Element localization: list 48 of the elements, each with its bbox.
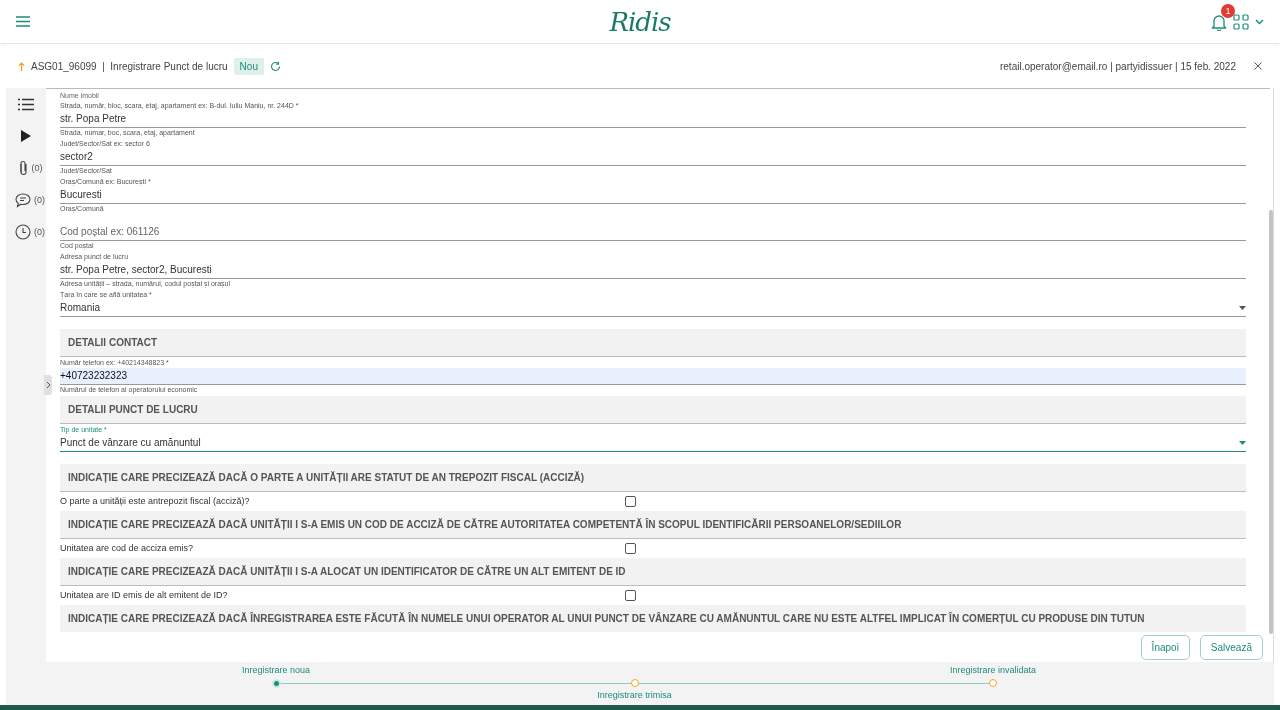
list-icon[interactable] [18, 97, 34, 111]
paperclip-icon[interactable] [17, 160, 29, 176]
play-icon[interactable] [21, 130, 31, 142]
input-field[interactable]: Cod poștal ex: 061126 [60, 224, 1246, 241]
notification-badge: 1 [1221, 3, 1235, 18]
section-header: INDICAȚIE CARE PRECIZEAZĂ DACĂ O PARTE A UNITĂȚII ARE STATUT DE AN TREPOZIT FISCAL (ACCIZĂ) [60, 464, 1246, 492]
step-label: Inregistrare trimisa [597, 690, 672, 700]
count-label: (0) [34, 227, 45, 237]
action-button[interactable]: Înapoi [1140, 634, 1190, 660]
step-label: Inregistrare noua [242, 665, 310, 675]
action-button[interactable]: Salvează [1199, 634, 1263, 660]
select-field[interactable]: Romania [60, 300, 1246, 317]
checkbox[interactable] [625, 589, 636, 601]
section-header: DETALII PUNCT DE LUCRU [60, 396, 1246, 424]
input-field[interactable]: +40723232323 [60, 368, 1246, 385]
count-label: (0) [34, 195, 45, 205]
close-icon[interactable] [1254, 62, 1262, 70]
record-meta: retail.operator@email.ro | partyidissuer | 15 feb. 2022 [999, 60, 1236, 72]
menu-icon[interactable] [16, 16, 30, 27]
checkbox-label: O parte a unității este antrepozit fiscal (acciză)? [60, 496, 251, 506]
count-label: (0) [31, 163, 43, 173]
input-field[interactable]: str. Popa Petre [60, 111, 1246, 128]
refresh-icon[interactable] [269, 60, 281, 72]
input-field[interactable]: str. Popa Petre, sector2, Bucuresti [60, 262, 1246, 279]
step-label: Inregistrare invalidata [950, 665, 1036, 675]
status-badge: Nou [233, 57, 264, 75]
notification-bell-icon[interactable] [1211, 12, 1227, 31]
section-header: DETALII CONTACT [60, 329, 1246, 357]
section-header: INDICAȚIE CARE PRECIZEAZĂ DACĂ UNITĂȚII I S-A ALOCAT UN IDENTIFICATOR DE CĂTRE UN ALT EMITENT DE ID [60, 558, 1246, 586]
input-field[interactable]: Bucuresti [60, 187, 1246, 204]
section-header: INDICAȚIE CARE PRECIZEAZĂ DACĂ UNITĂȚII I S-A EMIS UN COD DE ACCIZĂ DE CĂTRE AUTORITATEA COMPETENTĂ ÎN SCOPUL IDENTIFICĂRII PERSOANELOR/SEDIILOR [60, 511, 1246, 539]
comment-icon[interactable] [15, 192, 31, 208]
app-logo: Ridis [609, 6, 671, 37]
apps-grid-icon[interactable] [1233, 13, 1249, 30]
checkbox[interactable] [625, 542, 636, 554]
checkbox[interactable] [625, 495, 636, 507]
collapse-handle[interactable] [44, 375, 52, 395]
checkbox-label: Unitatea are cod de acciza emis? [60, 543, 195, 553]
section-header: INDICAȚIE CARE PRECIZEAZĂ DACĂ ÎNREGISTRAREA ESTE FĂCUTĂ ÎN NUMELE UNUI OPERATOR AL UNUI PUNCT DE VÂNZARE CU AMĂNUNTUL CARE NU ESTE ALTFEL IMPLICAT ÎN COMERȚUL CU PRODUSE DIN TUTUN [60, 605, 1246, 633]
record-title: ASG01_96099 | Inregistrare Punct de lucru [31, 60, 228, 72]
input-field[interactable]: sector2 [60, 149, 1246, 166]
arrow-up-icon [18, 61, 25, 71]
chevron-down-icon[interactable] [1255, 18, 1264, 25]
select-field[interactable]: Punct de vânzare cu amănuntul [60, 435, 1246, 452]
clock-icon[interactable] [15, 224, 31, 240]
checkbox-label: Unitatea are ID emis de alt emitent de ID? [60, 590, 229, 600]
dropdown-arrow-icon[interactable] [1239, 441, 1246, 445]
dropdown-arrow-icon[interactable] [1239, 306, 1246, 310]
